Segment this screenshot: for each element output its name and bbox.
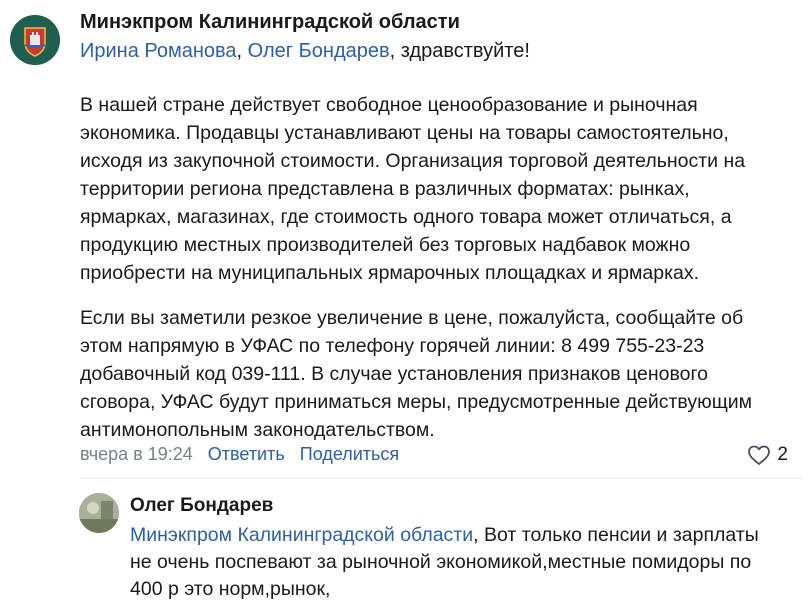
mention-link-oleg[interactable]: Олег Бондарев xyxy=(248,40,390,62)
author-avatar[interactable] xyxy=(10,15,60,65)
greeting-rest: , здравствуйте! xyxy=(389,40,530,62)
likes-count: 2 xyxy=(777,444,788,465)
post-timestamp[interactable]: вчера в 19:24 xyxy=(80,444,193,464)
post-text-line: территории региона представлена в различ… xyxy=(80,178,690,200)
post-text-line: сговора, УФАС будут приниматься меры, пр… xyxy=(80,391,753,413)
comments-divider xyxy=(80,478,802,479)
like-button[interactable]: 2 xyxy=(747,444,788,466)
post-text-line: исходя из закупочной стоимости. Организа… xyxy=(80,150,746,172)
reply-mention-link[interactable]: Минэкпром Калининградской области xyxy=(130,524,473,546)
post-text-line: антимонопольным законодательством. xyxy=(80,419,435,441)
post-text-line: Если вы заметили резкое увеличение в цен… xyxy=(80,307,744,329)
post-text-line: ярмарках, магазинах, где стоимость одног… xyxy=(80,206,732,228)
post-text-line: этом напрямую в УФАС по телефону горячей… xyxy=(80,335,705,357)
reply-text-line: Минэкпром Калининградской области, Вот т… xyxy=(130,522,805,549)
reply-author-name[interactable]: Олег Бондарев xyxy=(130,495,273,517)
reply-text-first: , Вот только пенсии и зарплаты xyxy=(473,524,759,546)
reply-text-line: 400 р это норм,рынок, xyxy=(130,578,331,600)
heart-outline-icon xyxy=(748,445,771,465)
coat-of-arms-icon xyxy=(10,15,60,65)
post-text-line: В нашей стране действует свободное ценоо… xyxy=(80,94,698,116)
reply-button[interactable]: Ответить xyxy=(208,444,285,464)
post-author-name[interactable]: Минэкпром Калининградской области xyxy=(80,11,460,34)
share-button[interactable]: Поделиться xyxy=(300,444,399,464)
mention-link-irina[interactable]: Ирина Романова xyxy=(80,40,237,62)
post-text-line: продукцию местных производителей без тор… xyxy=(80,234,691,256)
reply-author-avatar[interactable] xyxy=(79,493,119,533)
post-paragraph-1: В нашей стране действует свободное ценоо… xyxy=(80,91,805,287)
post-text-line: добавочный код 039-111. В случае установ… xyxy=(80,363,709,385)
greeting-separator: , xyxy=(236,40,248,62)
post-text-line: приобрести на муниципальных ярмарочных п… xyxy=(80,262,700,284)
post-actions: вчера в 19:24 Ответить Поделиться xyxy=(80,444,399,465)
reply-text: Минэкпром Калининградской области, Вот т… xyxy=(130,522,805,603)
user-photo-icon xyxy=(79,493,119,533)
post-greeting: Ирина Романова, Олег Бондарев, здравству… xyxy=(80,40,530,63)
reply-text-line: не очень поспевают за рыночной экономико… xyxy=(130,551,752,573)
post-text-line: экономика. Продавцы устанавливают цены н… xyxy=(80,122,729,144)
post-paragraph-2: Если вы заметили резкое увеличение в цен… xyxy=(80,304,805,444)
